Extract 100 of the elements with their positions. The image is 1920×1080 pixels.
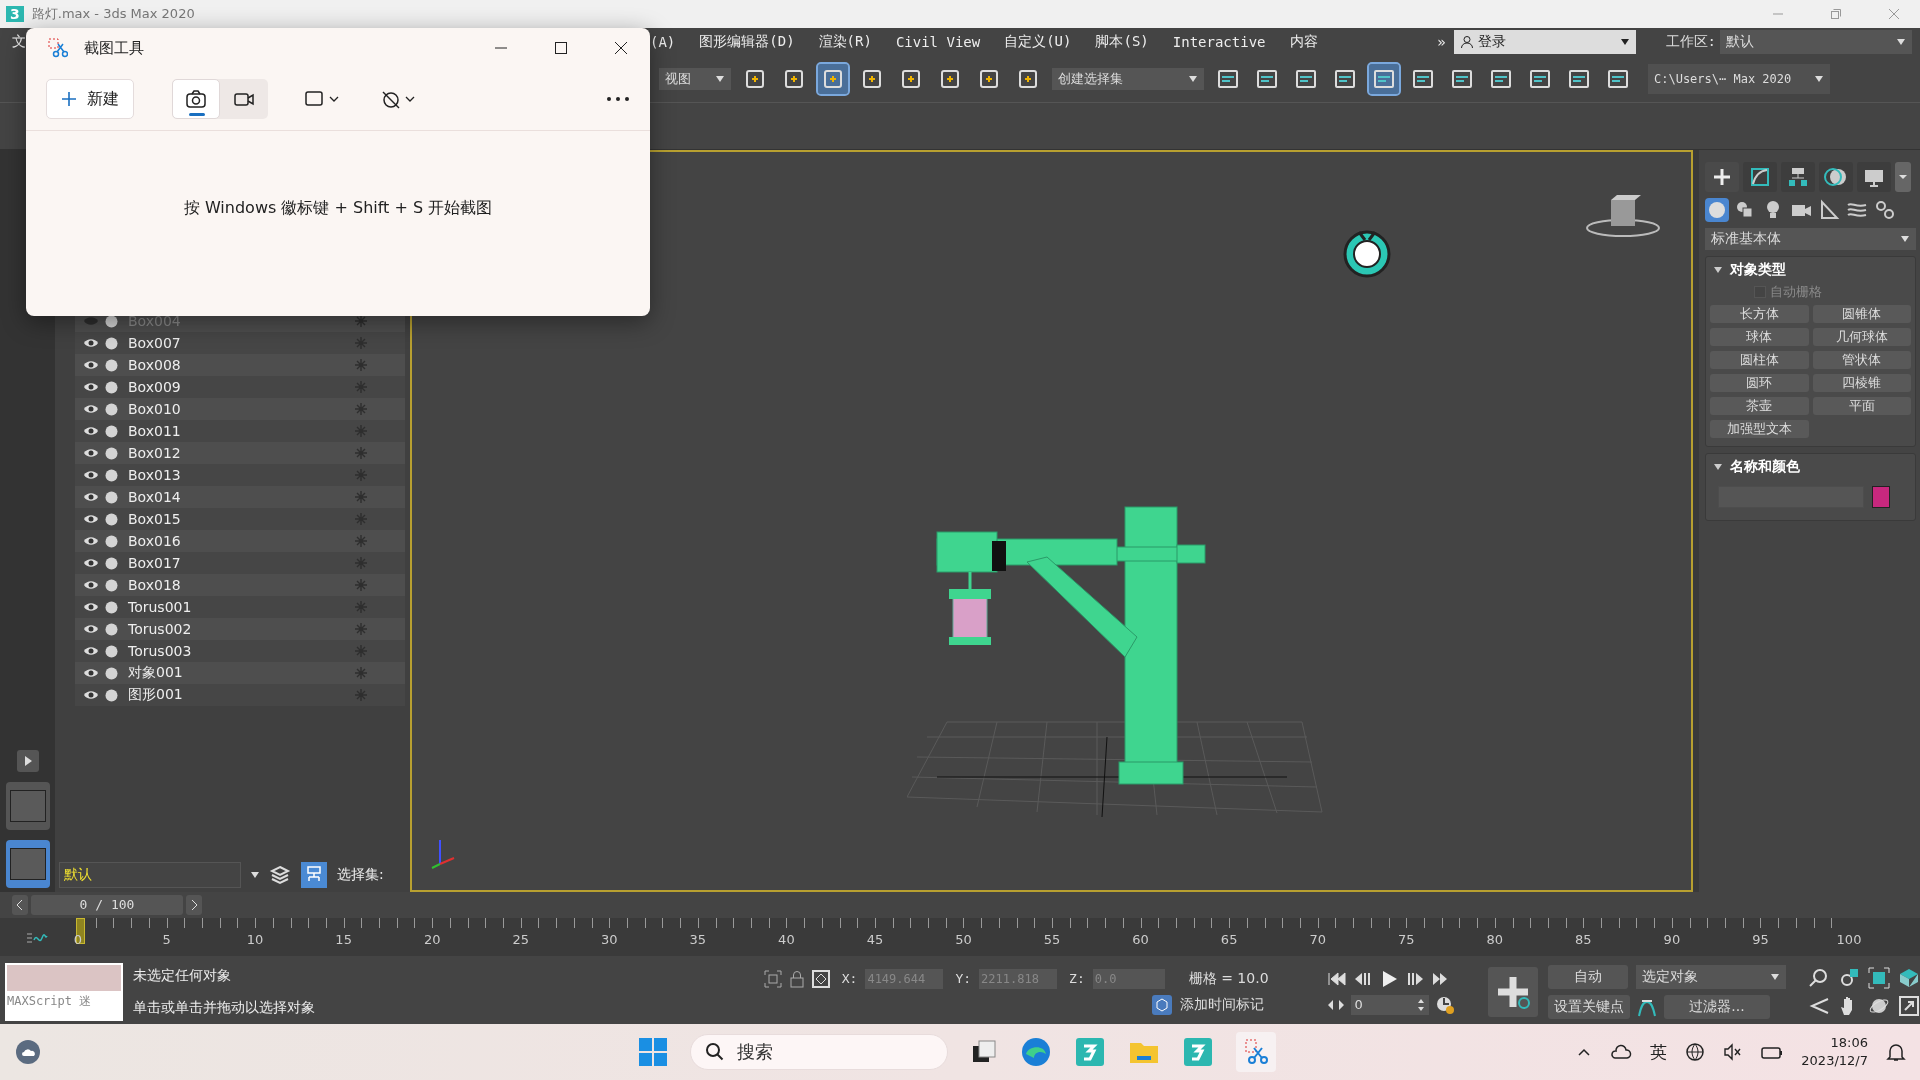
gears-icon[interactable]: [1873, 198, 1897, 222]
eye-icon[interactable]: [83, 337, 99, 349]
eye-icon[interactable]: [83, 667, 99, 679]
spinner-icon[interactable]: [1416, 997, 1425, 1012]
login-dropdown[interactable]: 登录: [1453, 30, 1636, 54]
eye-icon[interactable]: [83, 689, 99, 701]
set-key-button[interactable]: [1488, 966, 1538, 1017]
perspective-viewport[interactable]: [410, 150, 1693, 892]
selection-set-dropdown[interactable]: 创建选择集: [1052, 68, 1204, 90]
rollout-title[interactable]: 对象类型: [1730, 261, 1786, 279]
cloud-icon[interactable]: [1610, 1043, 1633, 1061]
curve-editor-icon[interactable]: [26, 930, 48, 946]
primitive-button[interactable]: 平面: [1812, 397, 1911, 415]
primitive-button[interactable]: 球体: [1710, 328, 1809, 346]
eye-icon[interactable]: [83, 645, 99, 657]
current-frame-field[interactable]: 0: [1350, 994, 1429, 1015]
eye-icon[interactable]: [83, 491, 99, 503]
eye-icon[interactable]: [83, 557, 99, 569]
view-dropdown[interactable]: 视图: [659, 68, 731, 90]
zoom-extents-all-icon[interactable]: [1898, 966, 1920, 989]
lock-icon[interactable]: [789, 969, 804, 988]
object-category-dropdown[interactable]: 标准基本体: [1705, 228, 1916, 250]
key-filter-dropdown[interactable]: 选定对象: [1636, 964, 1786, 989]
isolate-icon[interactable]: [763, 969, 782, 988]
project-path-dropdown[interactable]: C:\Users\⋯ Max 2020: [1648, 64, 1830, 94]
more-menu[interactable]: »: [1429, 34, 1454, 50]
create-tab-icon[interactable]: [1705, 162, 1739, 192]
key-filters-button[interactable]: 过滤器...: [1664, 994, 1770, 1019]
eye-icon[interactable]: [83, 447, 99, 459]
auto-key-button[interactable]: 自动: [1548, 964, 1628, 989]
scissors-icon[interactable]: [1236, 1032, 1276, 1072]
primitive-button[interactable]: 管状体: [1812, 351, 1911, 369]
freeze-icon[interactable]: [354, 314, 368, 328]
zoom-all-icon[interactable]: [1838, 966, 1860, 989]
workspace-dropdown[interactable]: 默认: [1720, 30, 1912, 54]
start-icon[interactable]: [638, 1037, 668, 1067]
menu-item[interactable]: Civil View: [883, 34, 993, 50]
primitive-button[interactable]: 圆锥体: [1812, 305, 1911, 323]
primitive-button[interactable]: 圆柱体: [1710, 351, 1809, 369]
add-time-tag-text[interactable]: 添加时间标记: [1179, 995, 1264, 1014]
caret-icon[interactable]: [1895, 162, 1911, 192]
go-to-start-icon[interactable]: [1326, 970, 1347, 987]
viewport-layout-tab[interactable]: [5, 840, 50, 888]
input-method-indicator[interactable]: 英: [1650, 1040, 1668, 1064]
clock[interactable]: 18:06 2023/12/7: [1801, 1034, 1868, 1070]
menu-item[interactable]: 自定义(U): [992, 33, 1084, 51]
close-icon[interactable]: [614, 41, 628, 55]
new-button[interactable]: 新建: [46, 79, 134, 119]
menu-item[interactable]: 脚本(S): [1083, 33, 1161, 51]
geometry-icon[interactable]: [1705, 198, 1729, 222]
weather-icon[interactable]: [14, 1038, 42, 1066]
key-mode-icon[interactable]: [1326, 997, 1345, 1012]
hierarchy-icon[interactable]: [301, 862, 327, 888]
eye-icon[interactable]: [83, 425, 99, 437]
globe-icon[interactable]: [1685, 1042, 1706, 1062]
primitive-button[interactable]: 几何球体: [1812, 328, 1911, 346]
caret-icon[interactable]: [251, 872, 259, 878]
display-tab-icon[interactable]: [1857, 162, 1891, 192]
hidden-eye-icon[interactable]: [83, 315, 99, 327]
eye-icon[interactable]: [83, 469, 99, 481]
hierarchy-tab-icon[interactable]: [1781, 162, 1815, 192]
notification-bell-icon[interactable]: [1886, 1042, 1906, 1062]
primitive-button[interactable]: 长方体: [1710, 305, 1809, 323]
eye-icon[interactable]: [83, 513, 99, 525]
menu-item[interactable]: 内容: [1277, 33, 1330, 51]
motion-tab-icon[interactable]: [1819, 162, 1853, 192]
maximize-viewport-icon[interactable]: [1898, 994, 1920, 1017]
menu-item[interactable]: 图形编辑器(D): [687, 33, 807, 51]
search-field[interactable]: 搜索: [690, 1034, 948, 1070]
primitive-button[interactable]: 圆环: [1710, 374, 1809, 392]
eye-icon[interactable]: [83, 623, 99, 635]
primitive-button[interactable]: 四棱锥: [1812, 374, 1911, 392]
zoom-extents-icon[interactable]: [1868, 966, 1890, 989]
time-slider-thumb[interactable]: [76, 918, 85, 944]
modify-tab-icon[interactable]: [1743, 162, 1777, 192]
eye-icon[interactable]: [83, 601, 99, 613]
eye-icon[interactable]: [83, 403, 99, 415]
menu-item[interactable]: 渲染(R): [806, 33, 884, 51]
eye-icon[interactable]: [83, 359, 99, 371]
more-options-icon[interactable]: [606, 96, 630, 102]
eye-icon[interactable]: [83, 535, 99, 547]
set-key-mode-button[interactable]: 设置关键点: [1548, 994, 1630, 1019]
battery-icon[interactable]: [1761, 1044, 1784, 1060]
maximize-icon[interactable]: [554, 41, 568, 55]
zoom-icon[interactable]: [1808, 966, 1830, 989]
browser-icon[interactable]: [1020, 1036, 1052, 1068]
previous-frame-button[interactable]: [12, 895, 28, 915]
absolute-mode-icon[interactable]: [811, 969, 830, 988]
time-configuration-icon[interactable]: [1434, 994, 1455, 1015]
menu-item[interactable]: Interactive: [1160, 34, 1278, 50]
time-tag-icon[interactable]: [1151, 994, 1172, 1015]
eye-icon[interactable]: [83, 579, 99, 591]
primitive-button[interactable]: 加强型文本: [1710, 420, 1809, 438]
next-frame-button[interactable]: [186, 895, 202, 915]
layer-dropdown[interactable]: 默认: [59, 862, 241, 888]
eye-icon[interactable]: [83, 381, 99, 393]
camera-mode-button[interactable]: [172, 79, 220, 119]
expand-button[interactable]: [16, 750, 39, 772]
color-swatch[interactable]: [1872, 486, 1890, 508]
rollout-title[interactable]: 名称和颜色: [1730, 458, 1800, 476]
